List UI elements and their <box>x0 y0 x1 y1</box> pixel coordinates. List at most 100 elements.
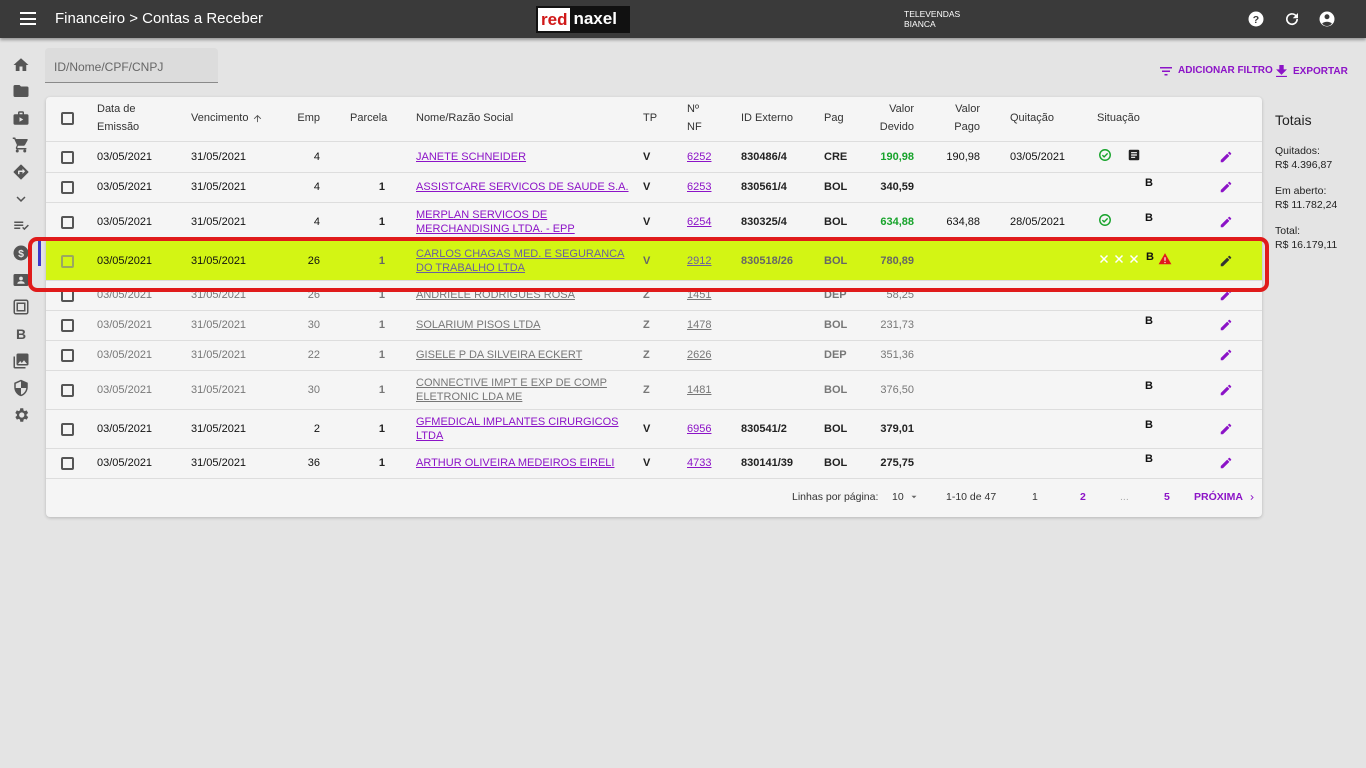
customer-name-link[interactable]: ASSISTCARE SERVICOS DE SAUDE S.A. <box>416 180 629 194</box>
row-checkbox[interactable] <box>61 181 74 194</box>
table-row[interactable]: 03/05/2021 31/05/2021 22 1 Z DEP 351,36 GISELE … <box>46 340 1262 370</box>
nf-link[interactable]: 4733 <box>687 456 711 470</box>
table-row[interactable]: 03/05/2021 31/05/2021 4 V 830486/4 CRE 190,98 1… <box>46 142 1262 172</box>
page-2-button[interactable]: 2 <box>1080 491 1086 503</box>
boleto-b-icon[interactable]: B <box>1145 315 1153 327</box>
table-row[interactable]: 03/05/2021 31/05/2021 4 1 V 830561/4 BOL 340,59… <box>46 172 1262 202</box>
rows-per-page-select[interactable]: 10 <box>892 491 919 503</box>
nf-link[interactable]: 1481 <box>687 383 711 397</box>
boleto-b-icon[interactable]: B <box>1145 177 1153 189</box>
shield-icon[interactable] <box>12 379 30 397</box>
nf-link[interactable]: 2626 <box>687 348 711 362</box>
table-row[interactable]: 03/05/2021 31/05/2021 2 1 V 830541/2 BOL 379,01… <box>46 409 1262 448</box>
customer-name-link[interactable]: SOLARIUM PISOS LTDA <box>416 318 541 332</box>
directions-icon[interactable] <box>12 163 30 181</box>
header-vencimento[interactable]: Vencimento <box>191 109 263 127</box>
boleto-b-icon[interactable]: B <box>1145 380 1153 392</box>
row-checkbox[interactable] <box>61 457 74 470</box>
search-field[interactable] <box>45 48 218 83</box>
cell-vencimento: 31/05/2021 <box>191 216 247 228</box>
account-icon[interactable] <box>1318 10 1336 28</box>
edit-icon[interactable] <box>1219 180 1233 194</box>
header-nome[interactable]: Nome/Razão Social <box>416 109 513 127</box>
table-row[interactable]: 03/05/2021 31/05/2021 36 1 V 830141/39 BOL 275,… <box>46 448 1262 478</box>
row-checkbox[interactable] <box>61 349 74 362</box>
customer-name-link[interactable]: ARTHUR OLIVEIRA MEDEIROS EIRELI <box>416 456 614 470</box>
row-checkbox[interactable] <box>61 319 74 332</box>
header-id-externo[interactable]: ID Externo <box>741 109 793 127</box>
export-button[interactable]: EXPORTAR <box>1276 65 1348 77</box>
bold-b-icon[interactable]: B <box>12 325 30 343</box>
header-data-emissao[interactable]: Data de Emissão <box>97 100 139 136</box>
header-valor-pago[interactable]: Valor Pago <box>940 100 980 136</box>
nf-link[interactable]: 6252 <box>687 150 711 164</box>
customer-name-link[interactable]: CONNECTIVE IMPT E EXP DE COMP ELETRONIC L… <box>416 376 607 404</box>
boleto-b-icon[interactable]: B <box>1145 212 1153 224</box>
cell-parcela: 1 <box>378 349 385 361</box>
header-parcela[interactable]: Parcela <box>350 109 387 127</box>
table-row[interactable]: 03/05/2021 31/05/2021 4 1 V 830325/4 BOL 634,88… <box>46 202 1262 241</box>
edit-icon[interactable] <box>1219 422 1233 436</box>
customer-name-line1: ARTHUR OLIVEIRA MEDEIROS EIRELI <box>416 457 615 469</box>
page-range: 1-10 de 47 <box>946 491 997 503</box>
cell-emissao: 03/05/2021 <box>97 151 153 163</box>
calculator-icon[interactable] <box>12 298 30 316</box>
table-row[interactable]: 03/05/2021 31/05/2021 30 1 Z BOL 376,50 CONNECT… <box>46 370 1262 409</box>
edit-icon[interactable] <box>1219 318 1233 332</box>
gear-icon[interactable] <box>12 406 30 424</box>
search-input[interactable] <box>45 48 218 74</box>
header-nf[interactable]: Nº NF <box>687 100 702 136</box>
folder-icon[interactable] <box>12 82 30 100</box>
add-filter-button[interactable]: ADICIONAR FILTRO <box>1160 65 1273 76</box>
edit-icon[interactable] <box>1219 383 1233 397</box>
boleto-b-icon[interactable]: B <box>1145 419 1153 431</box>
customer-name-line1: GFMEDICAL IMPLANTES CIRURGICOS <box>416 416 619 428</box>
page-ellipsis: ... <box>1120 491 1129 503</box>
header-pag[interactable]: Pag <box>824 109 844 127</box>
table-row[interactable]: 03/05/2021 31/05/2021 30 1 Z BOL 231,73 SOLARIU… <box>46 310 1262 340</box>
header-tp[interactable]: TP <box>643 109 657 127</box>
header-valor-devido[interactable]: Valor Devido <box>874 100 914 136</box>
home-icon[interactable] <box>12 56 30 74</box>
customer-name-link[interactable]: GFMEDICAL IMPLANTES CIRURGICOS LTDA <box>416 415 619 443</box>
page-5-button[interactable]: 5 <box>1164 491 1170 503</box>
list-check-icon[interactable] <box>12 217 30 235</box>
select-all-checkbox[interactable] <box>61 112 74 125</box>
customer-name-link[interactable]: GISELE P DA SILVEIRA ECKERT <box>416 348 582 362</box>
edit-icon[interactable] <box>1219 150 1233 164</box>
row-checkbox[interactable] <box>61 384 74 397</box>
cell-pag: BOL <box>824 384 848 396</box>
user-info: TELEVENDAS BIANCA <box>904 9 960 29</box>
edit-icon[interactable] <box>1219 348 1233 362</box>
nf-link[interactable]: 6253 <box>687 180 711 194</box>
top-app-bar: Financeiro > Contas a Receber red naxel … <box>0 0 1366 38</box>
row-checkbox[interactable] <box>61 216 74 229</box>
help-icon[interactable]: ? <box>1247 10 1265 28</box>
next-page-button[interactable]: PRÓXIMA <box>1194 491 1257 503</box>
row-checkbox[interactable] <box>61 151 74 164</box>
header-emp[interactable]: Emp <box>292 109 320 127</box>
cell-parcela: 1 <box>378 457 385 469</box>
nf-link[interactable]: 6956 <box>687 422 711 436</box>
header-quitacao[interactable]: Quitação <box>1010 109 1054 127</box>
cell-valor-devido: 376,50 <box>880 384 914 396</box>
cell-vencimento: 31/05/2021 <box>191 181 247 193</box>
boleto-b-icon[interactable]: B <box>1145 453 1153 465</box>
edit-icon[interactable] <box>1219 456 1233 470</box>
customer-name-link[interactable]: JANETE SCHNEIDER <box>416 150 526 164</box>
refresh-icon[interactable] <box>1283 10 1301 28</box>
cell-tp: V <box>643 457 651 469</box>
customer-name-link[interactable]: MERPLAN SERVICOS DE MERCHANDISING LTDA. -… <box>416 208 575 236</box>
cell-emp: 36 <box>307 457 320 469</box>
cart-icon[interactable] <box>12 136 30 154</box>
page-1-button[interactable]: 1 <box>1032 491 1038 503</box>
image-icon[interactable] <box>12 352 30 370</box>
row-checkbox[interactable] <box>61 423 74 436</box>
nf-link[interactable]: 6254 <box>687 215 711 229</box>
nf-link[interactable]: 1478 <box>687 318 711 332</box>
edit-icon[interactable] <box>1219 215 1233 229</box>
briefcase-icon[interactable] <box>12 109 30 127</box>
menu-icon[interactable] <box>20 12 36 25</box>
chevron-down-icon[interactable] <box>12 190 30 208</box>
document-icon[interactable] <box>1127 148 1141 162</box>
